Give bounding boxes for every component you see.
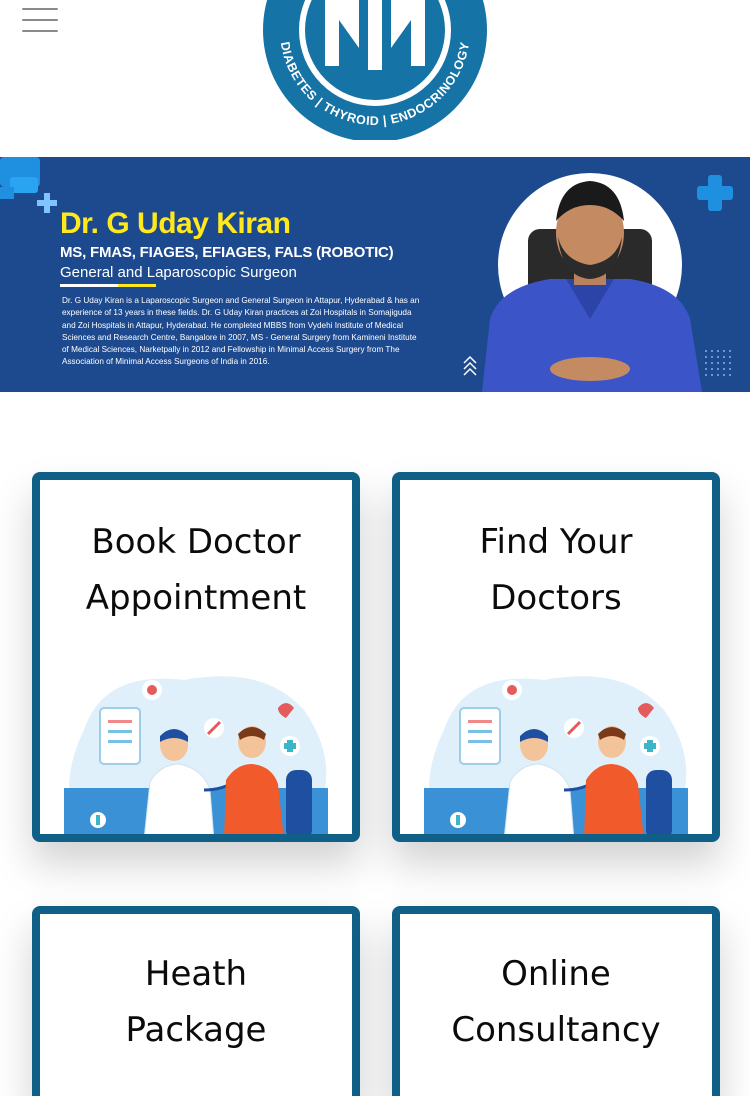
- doctor-consultation-illustration: [424, 676, 688, 834]
- card-title: Online Consultancy: [451, 954, 661, 1050]
- doctor-photo: [482, 173, 702, 392]
- card-title: Book Doctor Appointment: [85, 522, 307, 618]
- doctor-bio: Dr. G Uday Kiran is a Laparoscopic Surge…: [62, 296, 420, 367]
- title-underline-accent: [118, 284, 156, 287]
- find-doctors-card[interactable]: Find Your Doctors: [392, 472, 720, 842]
- site-header: DIABETES | THYROID | ENDOCRINOLOGY: [0, 0, 750, 157]
- doctor-consultation-illustration: [64, 676, 328, 834]
- card-title: Heath Package: [125, 954, 267, 1050]
- online-consultancy-card[interactable]: Online Consultancy: [392, 906, 720, 1096]
- health-package-card[interactable]: Heath Package: [32, 906, 360, 1096]
- clinic-logo[interactable]: DIABETES | THYROID | ENDOCRINOLOGY: [258, 0, 492, 140]
- book-appointment-card[interactable]: Book Doctor Appointment: [32, 472, 360, 842]
- doctor-banner: Dr. G Uday Kiran MS, FMAS, FIAGES, EFIAG…: [0, 157, 750, 392]
- doctor-name: Dr. G Uday Kiran: [60, 207, 291, 240]
- card-title: Find Your Doctors: [479, 522, 633, 618]
- doctor-qualifications: MS, FMAS, FIAGES, EFIAGES, FALS (ROBOTIC…: [60, 244, 394, 261]
- hamburger-menu-icon[interactable]: [22, 6, 60, 36]
- doctor-role: General and Laparoscopic Surgeon: [60, 264, 297, 281]
